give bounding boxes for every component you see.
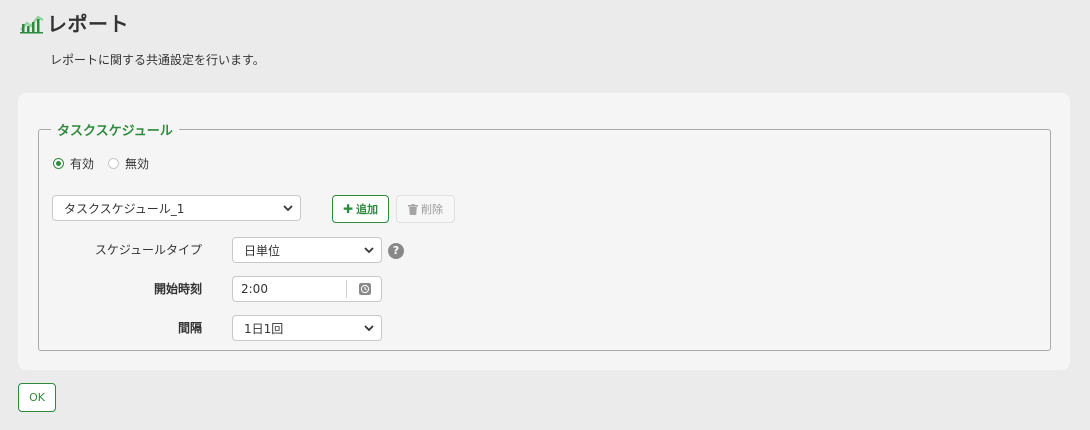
enabled-radio[interactable]: [53, 158, 64, 169]
trash-icon: [408, 203, 418, 215]
start-time-input[interactable]: 2:00: [232, 276, 382, 302]
input-divider: [346, 280, 347, 298]
schedule-type-label: スケジュールタイプ: [94, 243, 202, 257]
page-header: レポート: [19, 8, 129, 37]
clock-icon[interactable]: [359, 283, 371, 295]
settings-panel: タスクスケジュール 有効 無効 タスクスケジュール_1 ✚ 追加 削除 スケジュ…: [18, 93, 1070, 370]
task-schedule-legend: タスクスケジュール: [57, 124, 173, 139]
page-description: レポートに関する共通設定を行います。: [50, 53, 265, 67]
schedule-select-value: タスクスケジュール_1: [64, 201, 185, 216]
ok-button[interactable]: OK: [18, 383, 56, 412]
schedule-select[interactable]: タスクスケジュール_1: [52, 195, 301, 221]
start-time-value: 2:00: [241, 282, 268, 296]
add-button-label: 追加: [356, 203, 379, 216]
chevron-down-icon: [364, 247, 374, 254]
schedule-type-select[interactable]: 日単位: [232, 237, 382, 263]
task-schedule-group: タスクスケジュール 有効 無効 タスクスケジュール_1 ✚ 追加 削除 スケジュ…: [38, 120, 1051, 351]
add-button[interactable]: ✚ 追加: [332, 195, 389, 223]
plus-icon: ✚: [342, 202, 354, 216]
chart-icon: [20, 15, 44, 33]
page-title: レポート: [47, 12, 129, 36]
interval-label: 間隔: [177, 321, 202, 335]
interval-value: 1日1回: [244, 321, 284, 336]
enable-radio-group: 有効 無効: [53, 155, 163, 172]
chevron-down-icon: [283, 205, 293, 212]
disabled-radio-label[interactable]: 無効: [125, 155, 149, 172]
disabled-radio[interactable]: [108, 158, 120, 169]
help-icon[interactable]: ?: [388, 243, 404, 259]
delete-button[interactable]: 削除: [396, 195, 455, 223]
delete-button-label: 削除: [421, 203, 443, 216]
enabled-radio-label[interactable]: 有効: [70, 155, 94, 172]
interval-select[interactable]: 1日1回: [232, 315, 382, 341]
chevron-down-icon: [364, 325, 374, 332]
schedule-type-value: 日単位: [244, 243, 281, 258]
start-time-label: 開始時刻: [153, 282, 202, 296]
